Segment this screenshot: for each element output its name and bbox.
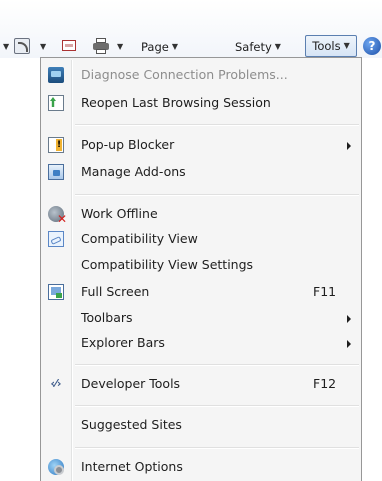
manage-addons-icon (48, 164, 64, 180)
menu-item-compatibility-settings[interactable]: Compatibility View Settings (41, 254, 361, 276)
menu-separator (75, 124, 359, 126)
shortcut-key: F12 (313, 376, 337, 391)
menu-item-reopen-session[interactable]: Reopen Last Browsing Session (41, 92, 361, 114)
menu-item-popup-blocker[interactable]: Pop-up Blocker (41, 134, 361, 156)
network-diagnose-icon (48, 67, 64, 83)
work-offline-icon (48, 206, 67, 225)
menu-item-diagnose-connection: Diagnose Connection Problems... (41, 64, 361, 86)
popup-blocker-icon (48, 137, 64, 153)
menu-separator (75, 405, 359, 407)
menu-item-suggested-sites[interactable]: Suggested Sites (41, 414, 361, 436)
command-bar: ▼ ▼ ▼ Page ▼ Safety ▼ Tools ▼ ? (0, 0, 382, 58)
menu-item-label: Pop-up Blocker (81, 137, 175, 152)
menu-item-internet-options[interactable]: Internet Options (41, 456, 361, 478)
submenu-arrow-icon (347, 315, 351, 323)
menu-item-label: Suggested Sites (81, 417, 182, 432)
page-dropdown-caret: ▼ (171, 42, 178, 51)
menu-item-full-screen[interactable]: Full Screen F11 (41, 281, 361, 303)
page-menu-label: Page (141, 40, 169, 54)
menu-item-developer-tools[interactable]: ‹⁄› Developer Tools F12 (41, 373, 361, 395)
submenu-arrow-icon (347, 340, 351, 348)
menu-separator (75, 364, 359, 366)
menu-separator (75, 447, 359, 449)
menu-item-manage-addons[interactable]: Manage Add-ons (41, 161, 361, 183)
menu-item-toolbars[interactable]: Toolbars (41, 307, 361, 329)
submenu-arrow-icon (347, 142, 351, 150)
menu-item-label: Work Offline (81, 206, 158, 221)
shortcut-key: F11 (313, 284, 337, 299)
menu-item-label: Developer Tools (81, 376, 181, 391)
menu-item-label: Toolbars (81, 310, 133, 325)
menu-item-label: Full Screen (81, 284, 150, 299)
print-dropdown-caret[interactable]: ▼ (117, 37, 123, 57)
read-mail-icon[interactable] (62, 40, 76, 51)
safety-dropdown-caret: ▼ (274, 42, 281, 51)
home-dropdown-caret[interactable]: ▼ (3, 37, 9, 57)
developer-tools-icon: ‹⁄› (50, 377, 62, 390)
menu-item-work-offline[interactable]: Work Offline (41, 203, 361, 225)
menu-item-label: Compatibility View (81, 231, 198, 246)
tools-dropdown-caret: ▼ (343, 41, 350, 50)
menu-item-label: Diagnose Connection Problems... (81, 67, 288, 82)
menu-item-compatibility-view[interactable]: Compatibility View (41, 228, 361, 250)
tools-menu-button[interactable]: Tools ▼ (305, 35, 357, 57)
compatibility-view-icon (48, 231, 64, 247)
page-menu-button[interactable]: Page ▼ (141, 37, 178, 57)
safety-menu-button[interactable]: Safety ▼ (235, 37, 281, 57)
internet-options-icon (48, 459, 64, 475)
tools-menu-label: Tools (312, 39, 341, 53)
print-icon[interactable] (93, 38, 109, 54)
menu-item-explorer-bars[interactable]: Explorer Bars (41, 332, 361, 354)
full-screen-icon (48, 284, 64, 300)
menu-item-label: Internet Options (81, 459, 183, 474)
reopen-session-icon (48, 95, 64, 111)
menu-item-label: Reopen Last Browsing Session (81, 95, 271, 110)
menu-item-label: Compatibility View Settings (81, 257, 254, 272)
safety-menu-label: Safety (235, 40, 272, 54)
feeds-dropdown-caret[interactable]: ▼ (40, 37, 46, 57)
menu-separator (75, 194, 359, 196)
feeds-icon[interactable] (14, 38, 30, 54)
tools-menu: Diagnose Connection Problems... Reopen L… (40, 57, 362, 481)
menu-item-label: Explorer Bars (81, 335, 165, 350)
menu-item-label: Manage Add-ons (81, 164, 186, 179)
help-icon[interactable]: ? (363, 37, 381, 55)
